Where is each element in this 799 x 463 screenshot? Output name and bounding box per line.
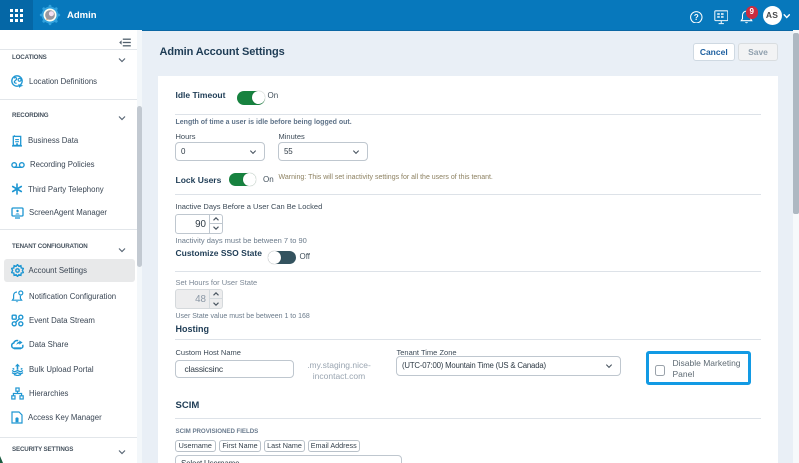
svg-text:?: ? <box>694 13 699 22</box>
